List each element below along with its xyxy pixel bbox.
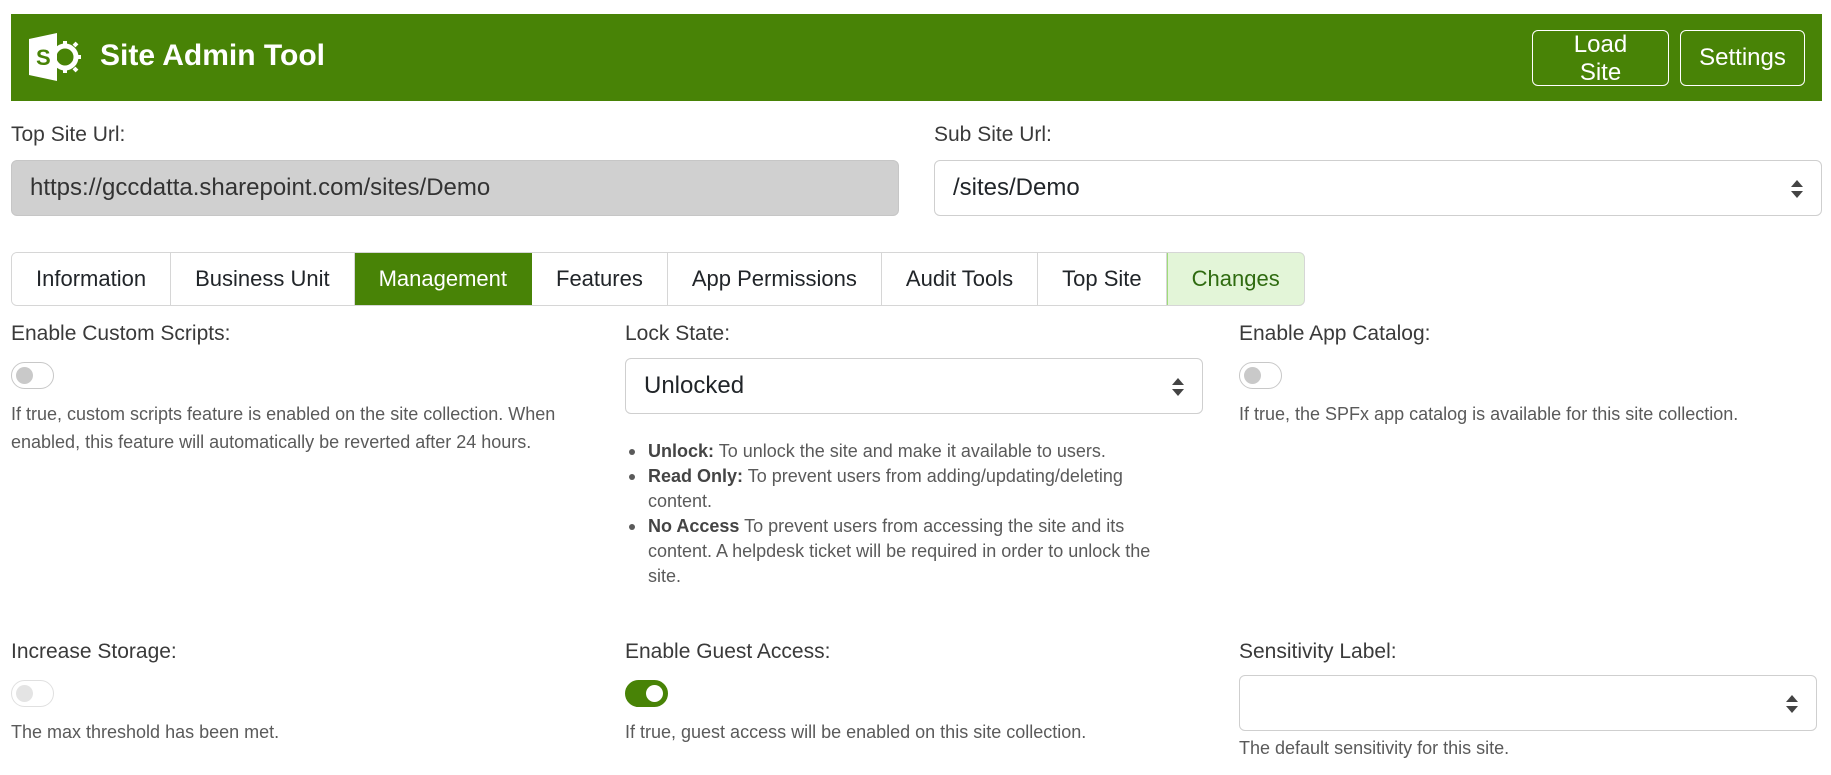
increase-storage-help: The max threshold has been met.	[11, 722, 280, 742]
toggle-knob	[16, 367, 33, 384]
lock-state-value: Unlocked	[644, 372, 745, 399]
custom-scripts-help: If true, custom scripts feature is enabl…	[11, 400, 611, 456]
select-arrows-icon	[1786, 695, 1798, 713]
sub-site-url-select[interactable]: /sites/Demo	[934, 160, 1822, 216]
custom-scripts-toggle[interactable]	[11, 362, 54, 389]
app-header: S Site Admin Tool Load Site Settings	[11, 14, 1822, 101]
lock-state-options-list: Unlock: To unlock the site and make it a…	[629, 439, 1208, 589]
increase-storage-label: Increase Storage:	[11, 640, 177, 663]
svg-text:S: S	[36, 45, 51, 70]
tab-top-site[interactable]: Top Site	[1038, 253, 1167, 305]
toggle-knob	[1244, 367, 1261, 384]
tab-bar: Information Business Unit Management Fea…	[11, 252, 1305, 306]
app-catalog-help: If true, the SPFx app catalog is availab…	[1239, 404, 1739, 424]
settings-button[interactable]: Settings	[1680, 30, 1805, 86]
guest-access-help: If true, guest access will be enabled on…	[625, 722, 1087, 742]
select-arrows-icon	[1172, 378, 1184, 396]
select-arrows-icon	[1791, 180, 1803, 198]
top-site-url-label: Top Site Url:	[11, 123, 126, 146]
lock-state-label: Lock State:	[625, 322, 731, 345]
sensitivity-label-select[interactable]	[1239, 675, 1817, 731]
list-item: No Access To prevent users from accessin…	[629, 514, 1208, 589]
sub-site-url-value: /sites/Demo	[953, 174, 1080, 201]
list-item: Read Only: To prevent users from adding/…	[629, 464, 1208, 514]
sensitivity-label-help: The default sensitivity for this site.	[1239, 738, 1510, 758]
tab-app-permissions[interactable]: App Permissions	[667, 253, 882, 305]
guest-access-toggle[interactable]	[625, 680, 668, 707]
top-site-url-input[interactable]	[11, 160, 899, 216]
load-site-button[interactable]: Load Site	[1532, 30, 1669, 86]
tab-information[interactable]: Information	[12, 253, 172, 305]
tab-business-unit[interactable]: Business Unit	[171, 253, 355, 305]
tab-management[interactable]: Management	[354, 253, 532, 305]
site-admin-page: S Site Admin Tool Load Site Settings Top…	[0, 0, 1831, 775]
lock-state-select[interactable]: Unlocked	[625, 358, 1203, 414]
sensitivity-label-label: Sensitivity Label:	[1239, 640, 1397, 663]
custom-scripts-label: Enable Custom Scripts:	[11, 322, 231, 345]
tab-features[interactable]: Features	[532, 253, 668, 305]
sub-site-url-label: Sub Site Url:	[934, 123, 1052, 146]
custom-scripts-help-line2: enabled, this feature will automatically…	[11, 432, 532, 452]
app-title: Site Admin Tool	[100, 39, 325, 72]
app-catalog-label: Enable App Catalog:	[1239, 322, 1431, 345]
tab-changes[interactable]: Changes	[1166, 253, 1304, 305]
app-catalog-toggle[interactable]	[1239, 362, 1282, 389]
guest-access-label: Enable Guest Access:	[625, 640, 831, 663]
toggle-knob	[16, 685, 33, 702]
list-item: Unlock: To unlock the site and make it a…	[629, 439, 1208, 464]
tab-audit-tools[interactable]: Audit Tools	[881, 253, 1039, 305]
toggle-knob	[646, 685, 663, 702]
sharepoint-logo-icon: S	[29, 33, 81, 81]
increase-storage-toggle[interactable]	[11, 680, 54, 707]
custom-scripts-help-line1: If true, custom scripts feature is enabl…	[11, 404, 556, 424]
